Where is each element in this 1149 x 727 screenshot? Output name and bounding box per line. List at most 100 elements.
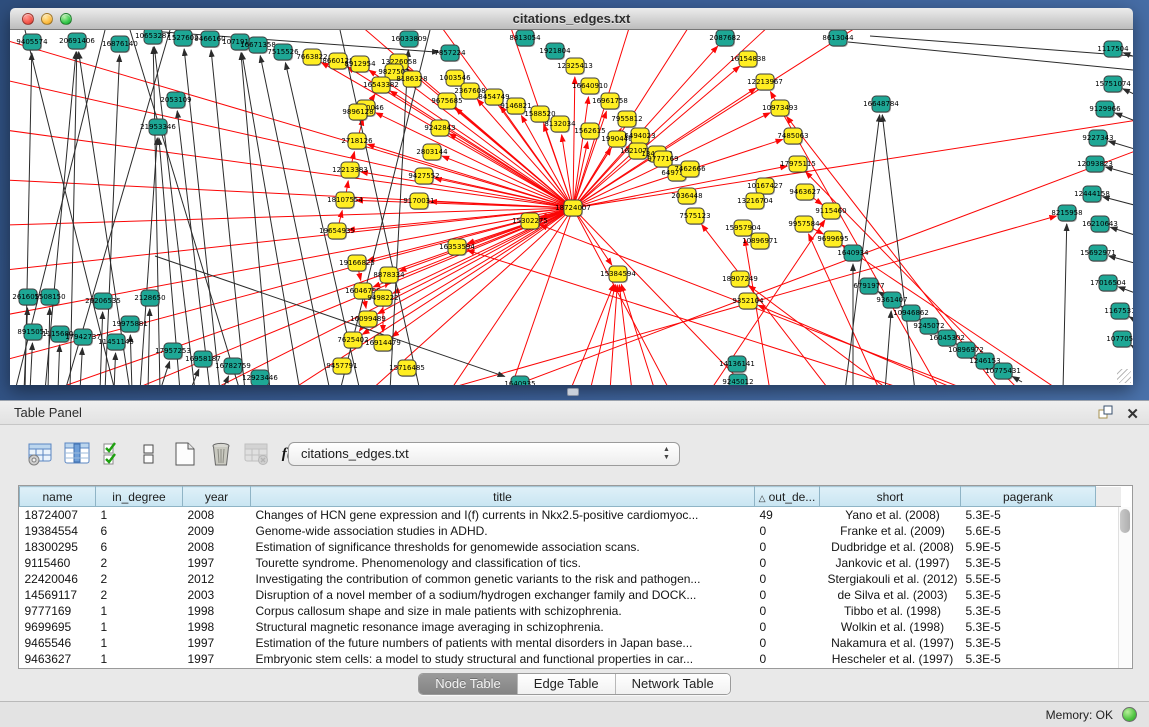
split-pane-handle[interactable]	[567, 388, 579, 396]
table-cell[interactable]: 22420046	[20, 571, 96, 587]
teal-node[interactable]: 8813054	[509, 30, 541, 47]
teal-node[interactable]: 9405574	[16, 34, 48, 51]
yellow-node[interactable]: 9352104	[732, 293, 764, 310]
red-edge[interactable]	[573, 77, 575, 208]
table-row[interactable]: 969969511998Structural magnetic resonanc…	[20, 619, 1121, 635]
table-cell[interactable]: 5.5E-5	[961, 571, 1096, 587]
tab-network-table[interactable]: Network Table	[616, 674, 730, 694]
table-cell[interactable]: 5.3E-5	[961, 507, 1096, 523]
table-cell[interactable]: 5.3E-5	[961, 587, 1096, 603]
table-cell[interactable]: Dudbridge et al. (2008)	[820, 539, 961, 555]
yellow-node[interactable]: 9463627	[789, 184, 820, 201]
table-row[interactable]: 1456911722003Disruption of a novel membe…	[20, 587, 1121, 603]
table-cell[interactable]: Estimation of significance thresholds fo…	[251, 539, 755, 555]
table-cell[interactable]: 0	[755, 523, 820, 539]
table-cell[interactable]: 2	[96, 555, 183, 571]
black-edge[interactable]	[148, 309, 150, 385]
column-header-in_degree[interactable]: in_degree	[96, 487, 183, 507]
red-edge[interactable]	[610, 285, 617, 385]
table-cell[interactable]: 2008	[183, 539, 251, 555]
table-cell[interactable]: 5.3E-5	[961, 603, 1096, 619]
table-cell[interactable]: 5.9E-5	[961, 539, 1096, 555]
table-cell[interactable]: 1997	[183, 635, 251, 651]
black-edge[interactable]	[1123, 89, 1133, 96]
black-edge[interactable]	[1118, 287, 1133, 294]
table-cell[interactable]: 2	[96, 571, 183, 587]
teal-node[interactable]: 20691406	[59, 33, 95, 50]
black-edge[interactable]	[870, 36, 1133, 56]
column-header-year[interactable]: year	[183, 487, 251, 507]
yellow-node[interactable]: 7575123	[679, 208, 710, 225]
table-row[interactable]: 1938455462009Genome-wide association stu…	[20, 523, 1121, 539]
yellow-node[interactable]: 16154838	[730, 51, 766, 68]
table-cell[interactable]: Estimation of the future numbers of pati…	[251, 635, 755, 651]
tab-edge-table[interactable]: Edge Table	[518, 674, 616, 694]
network-canvas[interactable]: 1872400776638228660128891295413226058982…	[10, 30, 1133, 385]
yellow-node[interactable]: 10167427	[747, 178, 783, 195]
black-edge[interactable]	[1063, 224, 1067, 385]
yellow-node[interactable]: 13216704	[737, 193, 773, 210]
black-edge[interactable]	[1103, 197, 1133, 206]
table-cell[interactable]: 0	[755, 619, 820, 635]
table-cell[interactable]: 0	[755, 603, 820, 619]
teal-node[interactable]: 17016504	[1090, 275, 1126, 292]
table-cell[interactable]: 0	[755, 635, 820, 651]
teal-node[interactable]: 21953346	[140, 119, 176, 136]
red-edge[interactable]	[10, 130, 573, 208]
table-cell[interactable]: 0	[755, 555, 820, 571]
teal-node[interactable]: 9227343	[1082, 130, 1113, 147]
yellow-node[interactable]: 2036448	[671, 188, 702, 205]
table-cell[interactable]: 1998	[183, 603, 251, 619]
yellow-node[interactable]: 12213967	[747, 74, 783, 91]
table-cell[interactable]: Genome-wide association studies in ADHD.	[251, 523, 755, 539]
black-edge[interactable]	[1110, 227, 1133, 236]
table-cell[interactable]: 2008	[183, 507, 251, 523]
table-cell[interactable]: 2009	[183, 523, 251, 539]
table-row[interactable]: 977716911998Corpus callosum shape and si…	[20, 603, 1121, 619]
table-cell[interactable]: Hescheler et al. (1997)	[820, 651, 961, 667]
table-cell[interactable]: 49	[755, 507, 820, 523]
table-cell[interactable]: 1	[96, 619, 183, 635]
yellow-node[interactable]: 9675685	[431, 93, 462, 110]
teal-node[interactable]: 1640935	[504, 376, 535, 385]
teal-node[interactable]: 12444158	[1074, 186, 1110, 203]
black-edge[interactable]	[242, 53, 300, 385]
table-row[interactable]: 946554611997Estimation of the future num…	[20, 635, 1121, 651]
teal-node[interactable]: 10653287	[135, 30, 171, 45]
yellow-node[interactable]: 15716485	[389, 360, 425, 377]
yellow-node[interactable]: 9957584	[788, 216, 820, 233]
teal-node[interactable]: 1921804	[539, 43, 571, 60]
tab-node-table[interactable]: Node Table	[419, 674, 518, 694]
black-edge[interactable]	[1109, 256, 1133, 264]
black-edge[interactable]	[1129, 317, 1133, 322]
teal-node[interactable]: 9245012	[722, 374, 753, 385]
table-cell[interactable]: Tourette syndrome. Phenomenology and cla…	[251, 555, 755, 571]
red-edge[interactable]	[749, 286, 890, 385]
table-cell[interactable]: 1	[96, 507, 183, 523]
teal-node[interactable]: 9129966	[1089, 101, 1121, 118]
table-selector-dropdown[interactable]: citations_edges.txt ▲▼	[288, 442, 680, 466]
table-cell[interactable]: 0	[755, 539, 820, 555]
table-cell[interactable]: 6	[96, 523, 183, 539]
table-row[interactable]: 1872400712008Changes of HCN gene express…	[20, 507, 1121, 523]
yellow-node[interactable]: 16914479	[365, 335, 401, 352]
float-panel-icon[interactable]	[1097, 404, 1114, 426]
red-edge[interactable]	[570, 284, 614, 385]
column-header-out_de[interactable]: △out_de...	[755, 487, 820, 507]
table-cell[interactable]: 18300295	[20, 539, 96, 555]
table-cell[interactable]: 2012	[183, 571, 251, 587]
yellow-node[interactable]: 7955812	[611, 111, 642, 128]
table-cell[interactable]: 14569117	[20, 587, 96, 603]
table-cell[interactable]: 0	[755, 587, 820, 603]
yellow-node[interactable]: 16961758	[592, 93, 628, 110]
delete-trash-icon[interactable]	[208, 441, 234, 467]
black-edge[interactable]	[58, 345, 60, 385]
teal-node[interactable]: 11451145	[98, 334, 134, 351]
table-cell[interactable]: 5.3E-5	[961, 555, 1096, 571]
table-column-icon[interactable]	[64, 441, 90, 467]
black-edge[interactable]	[153, 47, 160, 385]
table-settings-icon[interactable]	[28, 441, 54, 467]
table-cell[interactable]: Nakamura et al. (1997)	[820, 635, 961, 651]
column-header-name[interactable]: name	[20, 487, 96, 507]
stacked-rows-icon[interactable]	[136, 441, 162, 467]
